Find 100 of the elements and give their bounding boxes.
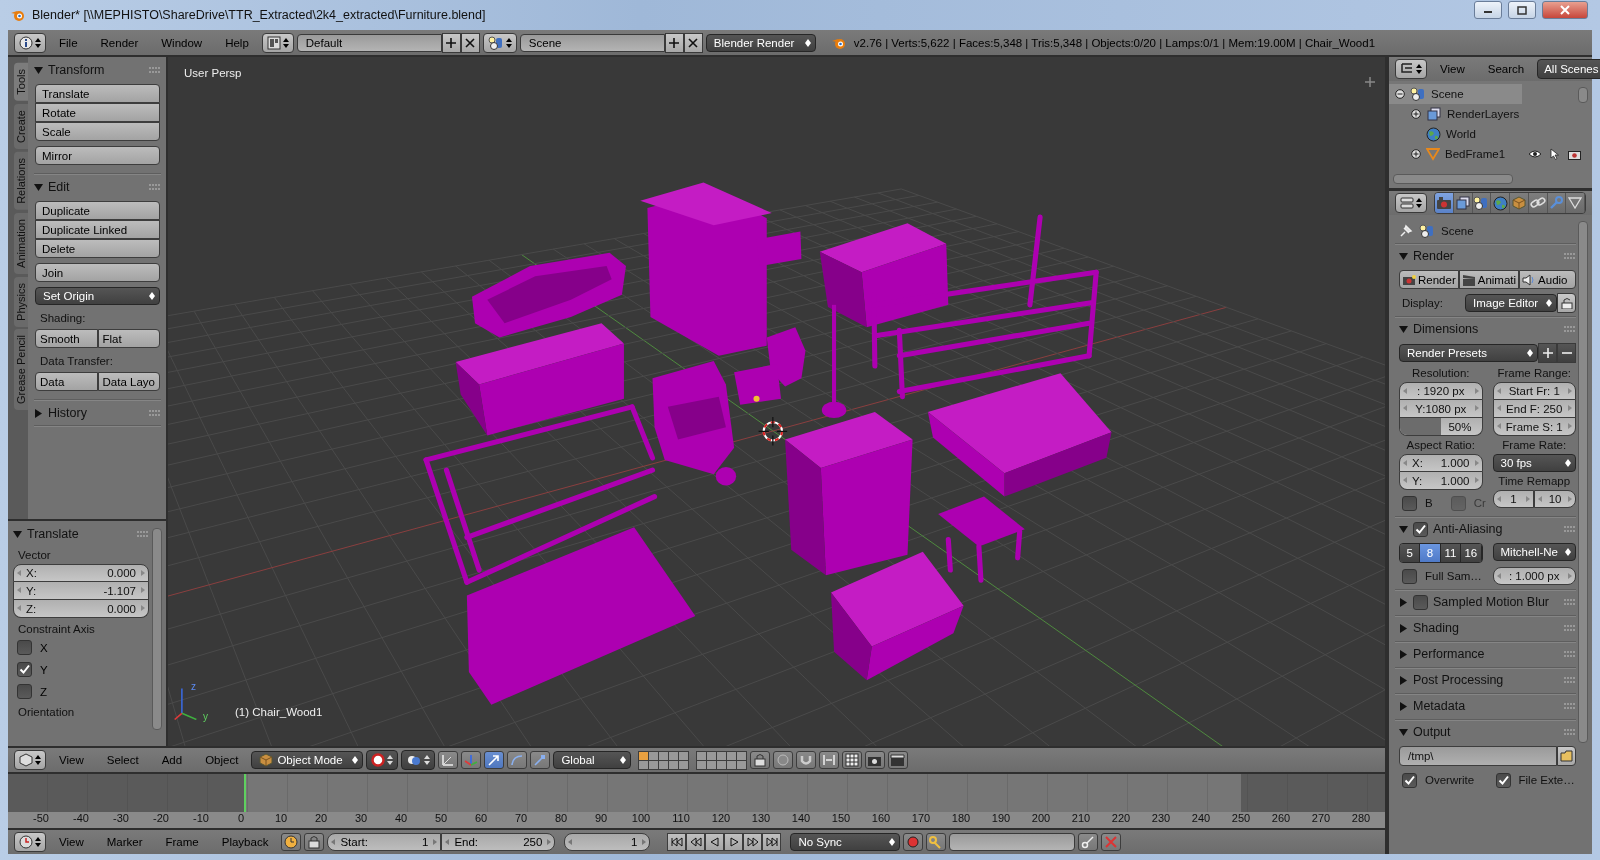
lock-button[interactable] <box>304 833 325 851</box>
grip-icon[interactable] <box>1564 599 1576 605</box>
menu-item[interactable]: Frame <box>155 836 209 848</box>
panel-title[interactable]: Shading <box>1413 621 1459 635</box>
outliner-item[interactable]: Scene <box>1389 84 1522 104</box>
delete-button[interactable] <box>460 32 480 53</box>
grip-icon[interactable] <box>1564 526 1576 532</box>
collapse-arrow-icon[interactable] <box>34 65 43 75</box>
scene-menu[interactable] <box>482 32 517 53</box>
panel-title[interactable]: Dimensions <box>1413 322 1479 336</box>
magnet-button[interactable] <box>796 751 817 769</box>
folder-button[interactable] <box>1557 746 1576 766</box>
menu-item[interactable]: View <box>49 754 94 766</box>
mode-dropdown[interactable]: Object Mode <box>251 751 364 769</box>
scrollbar[interactable] <box>1578 221 1588 743</box>
menu-item[interactable]: Help <box>215 36 259 49</box>
checkbox[interactable] <box>1402 568 1417 584</box>
close-button[interactable] <box>1542 1 1588 19</box>
minimize-button[interactable] <box>1474 1 1502 19</box>
snap-button[interactable] <box>819 751 840 769</box>
tool-button[interactable]: Mirror <box>35 146 160 165</box>
menu-item[interactable]: View <box>1430 63 1475 75</box>
sample-option[interactable]: 16 <box>1461 544 1482 562</box>
maximize-button[interactable] <box>1508 1 1536 19</box>
tool-button[interactable]: Flat <box>97 329 160 348</box>
audio-button[interactable]: Audio <box>1519 270 1576 289</box>
layer-buttons[interactable] <box>696 750 748 770</box>
shading-menu[interactable] <box>366 750 399 770</box>
menu-item[interactable]: Object <box>195 754 249 766</box>
grip-icon[interactable] <box>1564 326 1576 332</box>
grip-icon[interactable] <box>137 531 149 537</box>
add-button[interactable] <box>441 32 461 53</box>
vector-field[interactable]: X: 0.000 <box>13 564 149 582</box>
grip-icon[interactable] <box>1564 677 1576 683</box>
panel-title[interactable]: Translate <box>27 527 79 541</box>
resolution-field[interactable]: : 1920 px <box>1399 382 1483 400</box>
jump-start-button[interactable] <box>667 833 687 851</box>
translate-button[interactable] <box>484 751 505 769</box>
frame-range-field[interactable]: Frame S: 1 <box>1492 418 1576 436</box>
keying-set-button[interactable] <box>926 833 947 851</box>
grip-icon[interactable] <box>1564 729 1576 735</box>
panel-title[interactable]: Transform <box>48 63 105 77</box>
layout-field[interactable]: Default <box>296 33 442 52</box>
menu-item[interactable]: Select <box>96 754 149 766</box>
menu-item[interactable]: View <box>49 836 94 848</box>
panel-title[interactable]: Metadata <box>1413 699 1466 713</box>
timeline[interactable]: -50 -40 -30 -20 -10 0 10 20 30 40 50 60 70 80 90 100 110 120 130 140 150 160 170 180 190 200 210 220 230 240 250 260 270 280 <box>8 774 1385 828</box>
expand-icon[interactable] <box>1411 149 1421 159</box>
set-origin-dropdown[interactable]: Set Origin <box>35 287 160 305</box>
plus-icon[interactable] <box>1365 77 1375 87</box>
delete-button[interactable] <box>683 32 703 53</box>
scrollbar[interactable] <box>1393 174 1513 184</box>
frame-range-field[interactable]: End F: 250 <box>1492 400 1576 418</box>
lock-button[interactable] <box>750 751 771 769</box>
panel-title[interactable]: History <box>48 406 87 420</box>
outliner-item[interactable]: RenderLayers <box>1389 104 1592 124</box>
current-frame-field[interactable]: 1 <box>564 833 651 851</box>
editor-type-menu[interactable] <box>14 32 46 53</box>
tool-button[interactable]: Delete <box>35 239 160 258</box>
pin-icon[interactable] <box>1399 224 1413 238</box>
filter-size-field[interactable]: : 1.000 px <box>1492 567 1576 585</box>
editor-type-menu[interactable] <box>1395 59 1427 79</box>
menu-item[interactable]: Render <box>90 36 149 49</box>
checkbox[interactable] <box>1413 521 1428 537</box>
layout-menu[interactable] <box>261 32 294 53</box>
expand-arrow-icon[interactable] <box>1399 701 1408 711</box>
grip-icon[interactable] <box>1564 625 1576 631</box>
collapse-arrow-icon[interactable] <box>1399 727 1408 737</box>
menu-item[interactable]: Marker <box>96 836 153 848</box>
grip-icon[interactable] <box>1564 253 1576 259</box>
expand-arrow-icon[interactable] <box>1399 597 1408 607</box>
tool-button[interactable]: Translate <box>35 84 160 103</box>
panel-title[interactable]: Anti-Aliasing <box>1433 522 1503 536</box>
tool-button[interactable]: Join <box>35 263 160 282</box>
opengl-render-button[interactable] <box>865 751 886 769</box>
editor-type-menu[interactable] <box>14 750 46 770</box>
start-frame-field[interactable]: Start: 1 <box>327 833 442 851</box>
render-button[interactable]: Render <box>1399 270 1459 289</box>
tool-button[interactable]: Smooth <box>35 329 98 348</box>
checkbox[interactable] <box>1402 495 1417 511</box>
expand-arrow-icon[interactable] <box>34 408 43 418</box>
animation-button[interactable]: Animati <box>1458 270 1520 289</box>
collapse-arrow-icon[interactable] <box>34 182 43 192</box>
panel-title[interactable]: Post Processing <box>1413 673 1504 687</box>
tool-button[interactable]: Duplicate Linked <box>35 220 160 239</box>
vector-field[interactable]: Z: 0.000 <box>13 600 149 618</box>
rotate-button[interactable] <box>507 751 528 769</box>
cursor-icon[interactable] <box>1550 148 1561 160</box>
checkbox[interactable] <box>17 640 32 655</box>
tool-button[interactable]: Scale <box>35 122 160 141</box>
keying-set-field[interactable] <box>949 833 1076 851</box>
collapse-icon[interactable] <box>1395 89 1405 99</box>
3d-cursor-icon[interactable] <box>757 416 788 447</box>
grip-icon[interactable] <box>149 184 161 190</box>
checkbox[interactable] <box>1402 772 1417 788</box>
output-path-field[interactable]: /tmp\ <box>1399 746 1557 766</box>
properties-tab[interactable] <box>1566 193 1585 213</box>
pivot-menu[interactable] <box>401 750 436 770</box>
grip-icon[interactable] <box>1564 703 1576 709</box>
record-button[interactable] <box>903 833 924 851</box>
